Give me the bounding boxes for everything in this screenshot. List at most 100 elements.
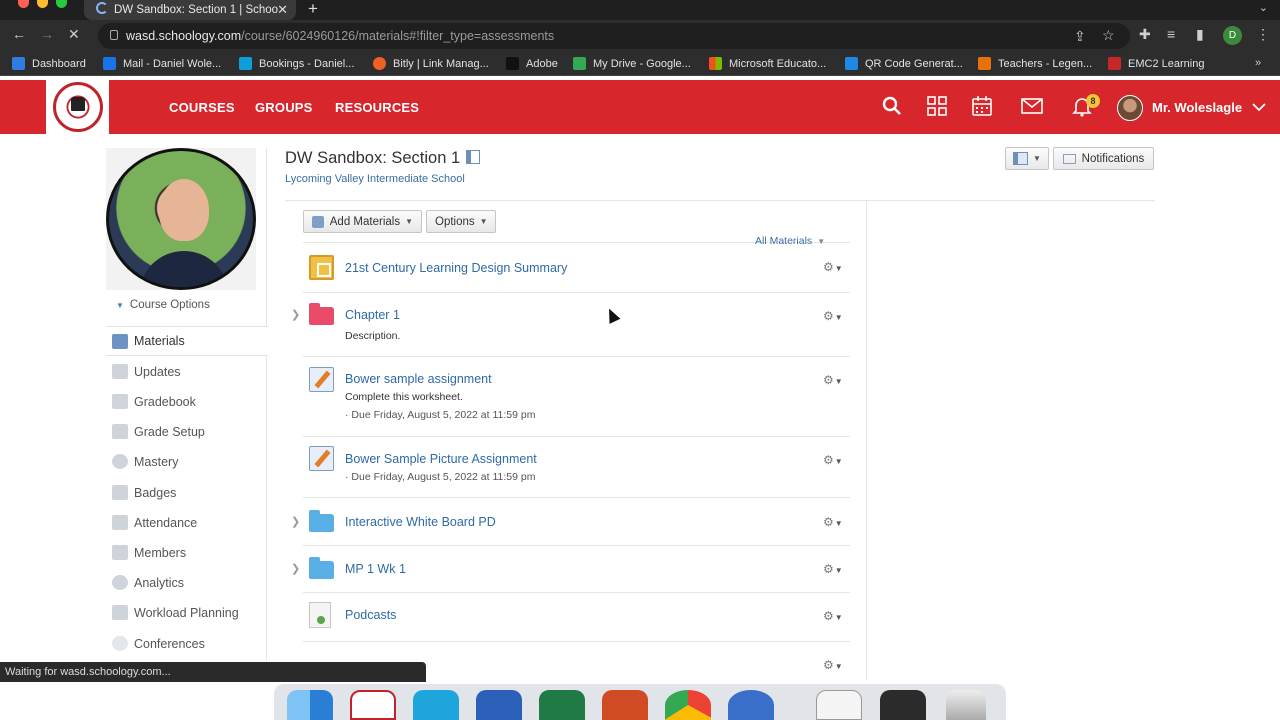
bookmark-teachers[interactable]: Teachers - Legen... bbox=[978, 57, 1092, 70]
material-actions-gear-icon[interactable]: ⚙▼ bbox=[823, 562, 843, 576]
user-avatar[interactable] bbox=[1117, 95, 1143, 121]
nav-courses[interactable]: COURSES bbox=[169, 100, 235, 115]
material-row[interactable]: 21st Century Learning Design Summary ⚙▼ bbox=[285, 250, 850, 292]
profile-avatar[interactable]: D bbox=[1223, 26, 1242, 45]
material-title-link[interactable]: Chapter 1 bbox=[345, 308, 400, 322]
sidebar-item-badges[interactable]: Badges bbox=[106, 478, 267, 508]
material-row[interactable]: Podcasts ⚙▼ bbox=[285, 596, 850, 641]
material-actions-gear-icon[interactable]: ⚙▼ bbox=[823, 309, 843, 323]
layout-toggle-button[interactable]: ▼ bbox=[1005, 147, 1049, 170]
reading-list-icon[interactable]: ≡ bbox=[1167, 26, 1175, 42]
nav-groups[interactable]: GROUPS bbox=[255, 100, 313, 115]
browser-menu-icon[interactable]: ⋮ bbox=[1256, 26, 1270, 43]
browser-tab[interactable]: DW Sandbox: Section 1 | Schoo ✕ bbox=[84, 0, 296, 20]
messages-icon[interactable] bbox=[1020, 94, 1044, 118]
minimize-window-icon[interactable] bbox=[37, 0, 48, 8]
bookmark-bookings[interactable]: Bookings - Daniel... bbox=[239, 57, 354, 70]
material-title-link[interactable]: Podcasts bbox=[345, 608, 396, 622]
material-title-link[interactable]: Bower Sample Picture Assignment bbox=[345, 452, 537, 466]
material-row[interactable]: ❯ Chapter 1 Description. ⚙▼ bbox=[285, 296, 850, 356]
sidebar-item-mastery[interactable]: Mastery bbox=[106, 447, 267, 477]
calendar-icon[interactable] bbox=[970, 94, 994, 118]
sidebar-item-analytics[interactable]: Analytics bbox=[106, 568, 267, 598]
stop-loading-icon[interactable]: ✕ bbox=[68, 26, 80, 43]
sidebar-item-grade-setup[interactable]: Grade Setup bbox=[106, 417, 267, 447]
material-actions-gear-icon[interactable]: ⚙▼ bbox=[823, 260, 843, 274]
safari-icon[interactable] bbox=[728, 690, 774, 720]
user-name[interactable]: Mr. Woleslagle bbox=[1152, 100, 1242, 115]
bookmarks-bar: Dashboard Mail - Daniel Wole... Bookings… bbox=[0, 52, 1280, 76]
bookmark-google-drive[interactable]: My Drive - Google... bbox=[573, 57, 691, 70]
bookmark-star-icon[interactable]: ☆ bbox=[1102, 27, 1115, 44]
minimized-window-icon[interactable] bbox=[880, 690, 926, 720]
school-app-icon[interactable] bbox=[350, 690, 396, 720]
bookmark-mail[interactable]: Mail - Daniel Wole... bbox=[103, 57, 221, 70]
bookmark-microsoft-educator[interactable]: Microsoft Educato... bbox=[709, 57, 826, 70]
material-actions-gear-icon[interactable]: ⚙▼ bbox=[823, 453, 843, 467]
material-row[interactable]: Bower sample assignment Complete this wo… bbox=[285, 360, 850, 436]
material-title-link[interactable]: 21st Century Learning Design Summary bbox=[345, 261, 567, 275]
trash-icon[interactable] bbox=[946, 690, 986, 720]
material-row[interactable]: ❯ Interactive White Board PD ⚙▼ bbox=[285, 501, 850, 545]
google-chrome-icon[interactable] bbox=[665, 690, 711, 720]
close-tab-icon[interactable]: ✕ bbox=[277, 2, 288, 18]
notifications-button[interactable]: Notifications bbox=[1053, 147, 1154, 170]
search-icon[interactable] bbox=[880, 94, 904, 118]
sidebar-item-updates[interactable]: Updates bbox=[106, 357, 267, 387]
school-link[interactable]: Lycoming Valley Intermediate School bbox=[285, 173, 465, 185]
sidebar-item-conferences[interactable]: Conferences bbox=[106, 629, 267, 659]
forward-icon[interactable]: → bbox=[40, 26, 54, 42]
maximize-window-icon[interactable] bbox=[56, 0, 67, 8]
extensions-icon[interactable]: ✚ bbox=[1139, 26, 1151, 43]
microsoft-powerpoint-icon[interactable] bbox=[602, 690, 648, 720]
course-info-icon[interactable] bbox=[466, 150, 481, 164]
microsoft-excel-icon[interactable] bbox=[539, 690, 585, 720]
sidebar-item-gradebook[interactable]: Gradebook bbox=[106, 387, 267, 417]
add-materials-button[interactable]: Add Materials ▼ bbox=[303, 210, 422, 233]
sidebar-item-members[interactable]: Members bbox=[106, 538, 267, 568]
more-bookmarks-icon[interactable]: » bbox=[1255, 57, 1261, 69]
bookmark-adobe[interactable]: Adobe bbox=[506, 57, 558, 70]
material-actions-gear-icon[interactable]: ⚙▼ bbox=[823, 515, 843, 529]
material-title-link[interactable]: Bower sample assignment bbox=[345, 372, 492, 386]
finder-icon[interactable] bbox=[287, 690, 333, 720]
material-filter-dropdown[interactable]: All Materials ▼ bbox=[755, 235, 825, 247]
tab-search-icon[interactable]: ⌄ bbox=[1259, 1, 1268, 14]
microsoft-word-icon[interactable] bbox=[476, 690, 522, 720]
material-row[interactable]: Bower Sample Picture Assignment · Due Fr… bbox=[285, 440, 850, 497]
analytics-icon bbox=[112, 575, 128, 590]
material-row[interactable]: ❯ MP 1 Wk 1 ⚙▼ bbox=[285, 549, 850, 592]
creative-cloud-icon[interactable] bbox=[413, 690, 459, 720]
options-button[interactable]: Options ▼ bbox=[426, 210, 496, 233]
sidebar-item-workload-planning[interactable]: Workload Planning bbox=[106, 598, 267, 628]
expand-chevron-right-icon[interactable]: ❯ bbox=[291, 308, 300, 321]
side-panel-icon[interactable]: ▮ bbox=[1196, 26, 1204, 43]
nav-resources[interactable]: RESOURCES bbox=[335, 100, 419, 115]
caret-down-icon: ▼ bbox=[834, 519, 843, 528]
assignment-icon bbox=[309, 367, 334, 392]
bookmark-bitly[interactable]: Bitly | Link Manag... bbox=[373, 57, 489, 70]
bookmark-dashboard[interactable]: Dashboard bbox=[12, 57, 86, 70]
sidebar-item-materials[interactable]: Materials bbox=[106, 326, 268, 356]
expand-chevron-right-icon[interactable]: ❯ bbox=[291, 562, 300, 575]
material-title-link[interactable]: Interactive White Board PD bbox=[345, 515, 496, 529]
user-menu-chevron-down-icon[interactable] bbox=[1250, 98, 1268, 116]
bookmark-qr-code[interactable]: QR Code Generat... bbox=[845, 57, 963, 70]
address-bar[interactable]: wasd.schoology.com/course/6024960126/mat… bbox=[98, 23, 1130, 49]
material-actions-gear-icon[interactable]: ⚙▼ bbox=[823, 373, 843, 387]
share-icon[interactable]: ⇪ bbox=[1074, 28, 1086, 45]
material-actions-gear-icon[interactable]: ⚙▼ bbox=[823, 658, 843, 672]
material-actions-gear-icon[interactable]: ⚙▼ bbox=[823, 609, 843, 623]
back-icon[interactable]: ← bbox=[12, 26, 26, 42]
apps-grid-icon[interactable] bbox=[925, 94, 949, 118]
school-logo[interactable] bbox=[46, 80, 109, 134]
row-divider bbox=[303, 592, 850, 593]
close-window-icon[interactable] bbox=[18, 0, 29, 8]
new-tab-icon[interactable]: + bbox=[308, 0, 318, 19]
sidebar-item-attendance[interactable]: Attendance bbox=[106, 508, 267, 538]
course-options-toggle[interactable]: ▼ Course Options bbox=[116, 299, 210, 311]
bookmark-emc2[interactable]: EMC2 Learning bbox=[1108, 57, 1204, 70]
expand-chevron-right-icon[interactable]: ❯ bbox=[291, 515, 300, 528]
document-window-icon[interactable] bbox=[816, 690, 862, 720]
material-title-link[interactable]: MP 1 Wk 1 bbox=[345, 562, 406, 576]
